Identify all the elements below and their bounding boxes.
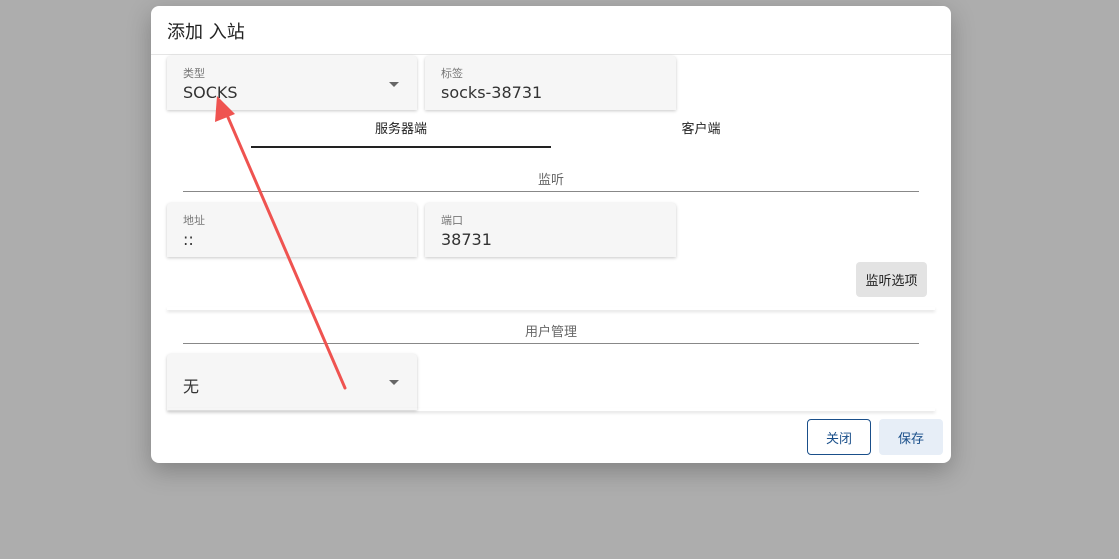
tag-value: socks-38731 bbox=[441, 83, 543, 102]
auth-value: 无 bbox=[183, 377, 200, 396]
title-divider bbox=[151, 54, 951, 55]
dialog-title: 添加 入站 bbox=[167, 22, 245, 43]
close-button[interactable]: 关闭 bbox=[807, 419, 871, 455]
tag-field[interactable]: 标签 socks-38731 bbox=[425, 56, 676, 110]
tab-client[interactable]: 客户端 bbox=[551, 118, 851, 146]
users-section-title: 用户管理 bbox=[524, 325, 577, 340]
listen-options-button[interactable]: 监听选项 bbox=[856, 262, 927, 297]
side-tabs: 服务器端 客户端 bbox=[251, 118, 851, 148]
section-card-edge bbox=[167, 408, 935, 411]
tab-server[interactable]: 服务器端 bbox=[251, 118, 551, 148]
save-button[interactable]: 保存 bbox=[879, 419, 943, 455]
port-label: 端口 bbox=[441, 214, 463, 227]
listen-section-title: 监听 bbox=[537, 173, 564, 188]
type-label: 类型 bbox=[183, 67, 205, 80]
section-card-edge bbox=[167, 307, 935, 310]
chevron-down-icon bbox=[389, 82, 399, 87]
address-label: 地址 bbox=[183, 214, 205, 227]
address-field[interactable]: 地址 :: bbox=[167, 203, 417, 257]
chevron-down-icon bbox=[389, 380, 399, 385]
type-select[interactable]: 类型 SOCKS bbox=[167, 56, 417, 110]
listen-section-divider bbox=[183, 191, 919, 192]
tag-label: 标签 bbox=[441, 67, 463, 80]
auth-select[interactable]: 无 bbox=[167, 354, 417, 410]
users-section-divider bbox=[183, 343, 919, 344]
address-value: :: bbox=[183, 230, 194, 249]
port-field[interactable]: 端口 38731 bbox=[425, 203, 676, 257]
add-inbound-dialog: 添加 入站 类型 SOCKS 标签 socks-38731 服务器端 客户端 监… bbox=[151, 6, 951, 463]
port-value: 38731 bbox=[441, 230, 492, 249]
type-value: SOCKS bbox=[183, 83, 238, 102]
